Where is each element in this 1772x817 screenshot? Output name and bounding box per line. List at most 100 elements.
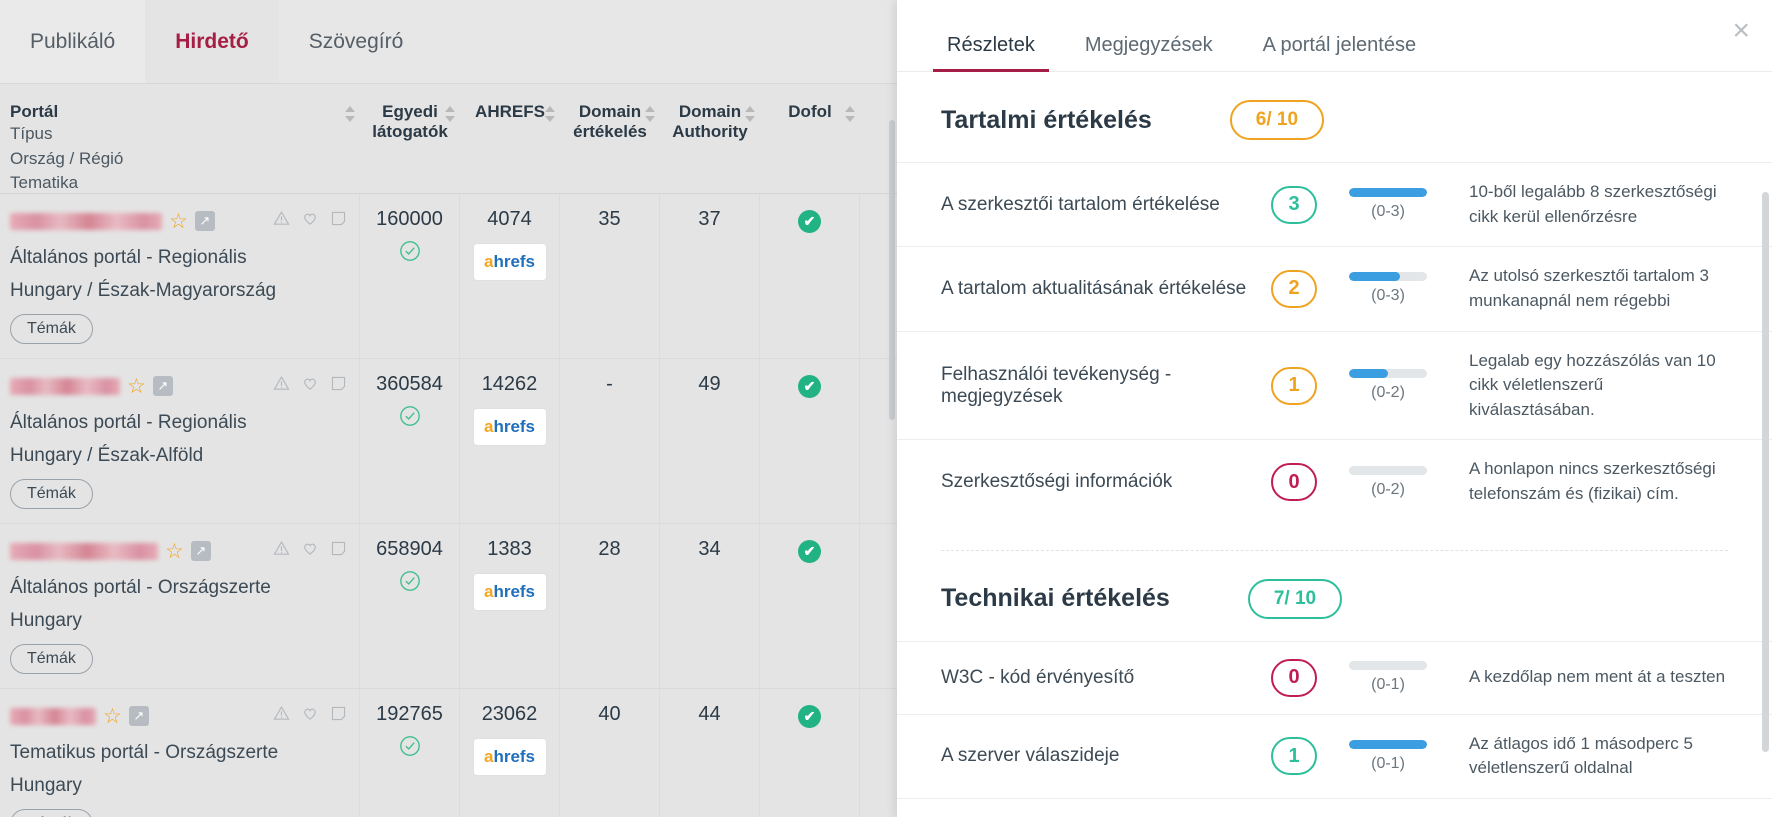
note-icon[interactable]: [330, 375, 347, 392]
criterion-row: PageSpeed Insights - desktop 3 (0-3) Az …: [897, 798, 1772, 817]
warning-icon[interactable]: [273, 540, 290, 557]
topics-chip[interactable]: Témák: [10, 809, 93, 817]
sort-icon-domain-rating[interactable]: [645, 106, 656, 122]
section-title: Tartalmi értékelés: [941, 105, 1152, 134]
criterion-description: Az utolsó szerkesztői tartalom 3 munkana…: [1469, 266, 1709, 310]
topics-chip[interactable]: Témák: [10, 479, 93, 509]
tab-hirdeto-label: Hirdető: [175, 29, 249, 53]
criterion-score-badge: 2: [1271, 269, 1317, 308]
panel-tab-megjegyzesek[interactable]: Megjegyzések: [1071, 34, 1227, 71]
open-external-link-icon[interactable]: ↗: [152, 376, 173, 396]
criterion-progress-bar: [1349, 739, 1427, 749]
tab-szovegiro[interactable]: Szövegíró: [278, 0, 434, 83]
note-icon[interactable]: [330, 705, 347, 722]
favorite-star-icon[interactable]: ☆: [127, 376, 146, 397]
column-header-dofollow[interactable]: Dofol: [760, 84, 860, 193]
warning-icon[interactable]: [273, 705, 290, 722]
open-external-link-icon[interactable]: ↗: [128, 706, 149, 726]
sort-icon-portal[interactable]: [345, 106, 356, 122]
note-icon[interactable]: [330, 540, 347, 557]
cell-visitors: 658904: [360, 524, 460, 688]
ahrefs-value: 23062: [481, 703, 538, 725]
domain-rating-value: 40: [598, 703, 621, 725]
panel-scrollbar[interactable]: [1762, 192, 1769, 752]
open-external-link-icon[interactable]: ↗: [194, 211, 215, 231]
column-header-domain-authority[interactable]: Domain Authority: [660, 84, 760, 193]
domain-authority-value: 34: [698, 538, 721, 560]
visitors-value: 192765: [376, 703, 443, 725]
column-header-domain-rating[interactable]: Domain értékelés: [560, 84, 660, 193]
topics-chip[interactable]: Témák: [10, 644, 93, 674]
portal-geo: Hungary / Észak-Magyarország: [10, 280, 277, 301]
criterion-row: A szerver válaszideje 1 (0-1) Az átlagos…: [897, 713, 1772, 798]
favorite-star-icon[interactable]: ☆: [103, 706, 122, 727]
panel-tab-portal-jelentese[interactable]: A portál jelentése: [1249, 34, 1430, 71]
favorite-heart-icon[interactable]: [301, 705, 319, 722]
cell-visitors: 192765: [360, 689, 460, 817]
open-external-link-icon[interactable]: ↗: [190, 541, 211, 561]
panel-tab-reszletek[interactable]: Részletek: [933, 34, 1049, 72]
panel-tab-reszletek-label: Részletek: [947, 34, 1035, 56]
favorite-heart-icon[interactable]: [301, 210, 319, 227]
criterion-description: Az átlagos idő 1 másodperc 5 véletlensze…: [1469, 733, 1693, 778]
table-body: ☆ ↗ Általános portál - Regionális Hungar…: [0, 194, 897, 817]
warning-icon[interactable]: [273, 375, 290, 392]
topics-chip[interactable]: Témák: [10, 314, 93, 344]
domain-authority-value: 37: [698, 208, 721, 230]
ahrefs-logo-badge[interactable]: a hrefs: [472, 243, 547, 281]
row-action-icons: [273, 705, 347, 722]
column-header-portal[interactable]: Portál Típus Ország / Régió Tematika: [0, 84, 360, 193]
ahrefs-logo-badge[interactable]: a hrefs: [472, 573, 547, 611]
table-row[interactable]: ☆ ↗ Általános portál - Regionális Hungar…: [0, 359, 897, 524]
table-row[interactable]: ☆ ↗ Általános portál - Országszerte Hung…: [0, 524, 897, 689]
criterion-description: 10-ből legalább 8 szerkesztőségi cikk ke…: [1469, 182, 1717, 226]
portals-table: Portál Típus Ország / Régió Tematika Egy…: [0, 84, 897, 817]
main-content-area: Publikáló Hirdető Szövegíró Portál Típus…: [0, 0, 897, 817]
criterion-progress-bar: [1349, 188, 1427, 198]
criterion-progress-bar: [1349, 465, 1427, 475]
cell-domain-rating: 28: [560, 524, 660, 688]
criterion-score-badge: 3: [1271, 185, 1317, 224]
table-row[interactable]: ☆ ↗ Tematikus portál - Országszerte Hung…: [0, 689, 897, 817]
portal-name-redacted: [10, 212, 162, 230]
warning-icon[interactable]: [273, 210, 290, 227]
row-action-icons: [273, 540, 347, 557]
portal-type: Általános portál - Regionális: [10, 412, 247, 433]
column-header-domain-rating-line1: Domain: [578, 102, 642, 121]
tab-hirdeto[interactable]: Hirdető: [145, 0, 279, 83]
tab-publikalo[interactable]: Publikáló: [0, 0, 146, 83]
main-scrollbar[interactable]: [889, 120, 895, 420]
panel-body: Tartalmi értékelés 6/ 10 A szerkesztői t…: [897, 72, 1772, 817]
ahrefs-logo-badge[interactable]: a hrefs: [472, 738, 547, 776]
sort-icon-visitors[interactable]: [445, 106, 456, 122]
column-header-visitors[interactable]: Egyedi látogatók: [360, 84, 460, 193]
criterion-meter: (0-3): [1349, 188, 1469, 221]
favorite-heart-icon[interactable]: [301, 375, 319, 392]
criterion-row: Felhasználói tevékenység - megjegyzések …: [897, 330, 1772, 440]
note-icon[interactable]: [330, 210, 347, 227]
criterion-progress-bar: [1349, 661, 1427, 671]
column-header-portal-title: Portál: [10, 102, 59, 121]
criterion-label: Szerkesztőségi információk: [941, 471, 1173, 493]
cell-ahrefs: 1383 a hrefs: [460, 524, 560, 688]
favorite-heart-icon[interactable]: [301, 540, 319, 557]
criterion-description: Legalab egy hozzászólás van 10 cikk véle…: [1469, 350, 1716, 419]
portal-name-redacted: [10, 377, 120, 395]
ahrefs-value: 14262: [481, 373, 538, 395]
cell-domain-rating: -: [560, 359, 660, 523]
column-header-ahrefs[interactable]: AHREFS: [460, 84, 560, 193]
criterion-score-badge: 1: [1271, 366, 1317, 405]
column-header-domain-authority-line1: Domain: [678, 102, 742, 121]
cell-portal: ☆ ↗ Általános portál - Regionális Hungar…: [0, 359, 360, 523]
cell-portal: ☆ ↗ Általános portál - Országszerte Hung…: [0, 524, 360, 688]
sort-icon-domain-authority[interactable]: [745, 106, 756, 122]
close-icon[interactable]: ×: [1732, 16, 1750, 46]
table-row[interactable]: ☆ ↗ Általános portál - Regionális Hungar…: [0, 194, 897, 359]
section-title: Technikai értékelés: [941, 584, 1170, 613]
sort-icon-dofollow[interactable]: [845, 106, 856, 122]
favorite-star-icon[interactable]: ☆: [165, 541, 184, 562]
criterion-label: Felhasználói tevékenység - megjegyzések: [941, 363, 1172, 407]
favorite-star-icon[interactable]: ☆: [169, 211, 188, 232]
sort-icon-ahrefs[interactable]: [545, 106, 556, 122]
ahrefs-logo-badge[interactable]: a hrefs: [472, 408, 547, 446]
